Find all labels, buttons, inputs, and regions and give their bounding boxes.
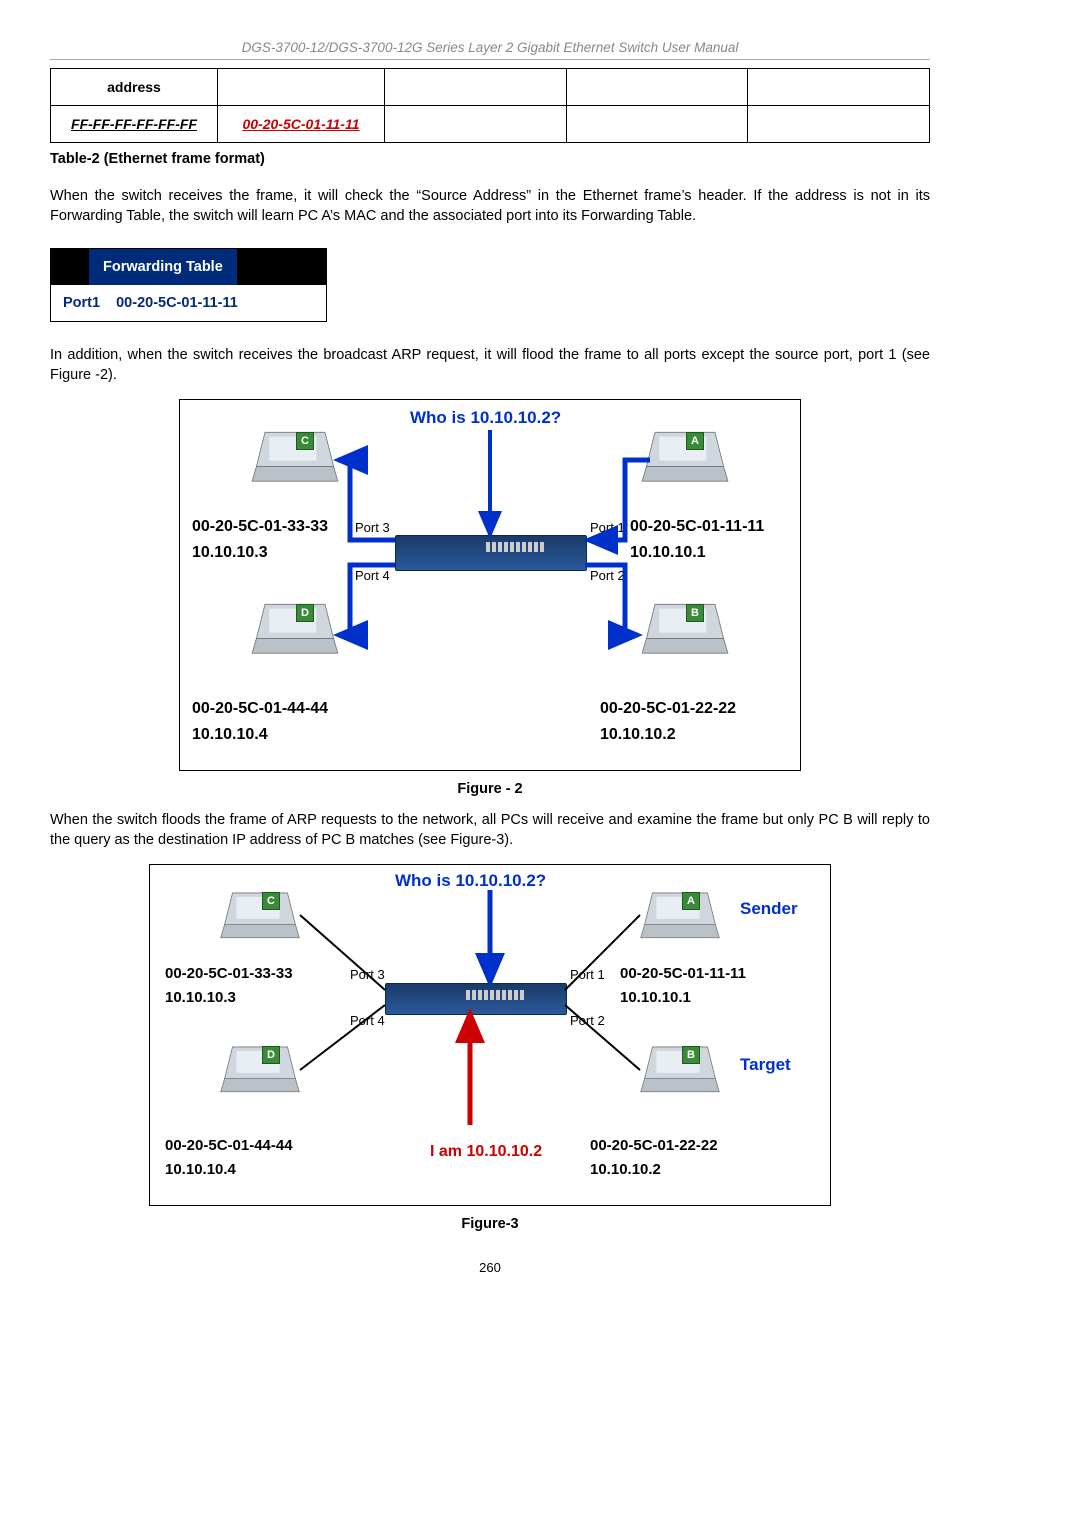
figure-2-diagram: Who is 10.10.10.2? C A D B Port 3 Port 1… xyxy=(179,399,801,771)
arrows-icon xyxy=(180,400,800,770)
cell-empty xyxy=(748,69,930,106)
forwarding-table: Forwarding Table Port1 00-20-5C-01-11-11 xyxy=(50,248,930,322)
cell-empty xyxy=(385,106,567,143)
cell-empty xyxy=(385,69,567,106)
figure-caption: Figure-3 xyxy=(50,1216,930,1232)
figure-caption: Figure - 2 xyxy=(50,781,930,797)
cell-dest-mac: FF-FF-FF-FF-FF-FF xyxy=(51,106,218,143)
cell-empty xyxy=(748,106,930,143)
cell-empty xyxy=(218,69,385,106)
fwd-port: Port1 xyxy=(63,295,100,311)
fwd-mac: 00-20-5C-01-11-11 xyxy=(116,295,238,311)
page-header: DGS-3700-12/DGS-3700-12G Series Layer 2 … xyxy=(50,40,930,60)
table-row: address xyxy=(51,69,930,106)
table-row: FF-FF-FF-FF-FF-FF 00-20-5C-01-11-11 xyxy=(51,106,930,143)
cell-dest-address-header: address xyxy=(51,69,218,106)
table-caption: Table-2 (Ethernet frame format) xyxy=(50,151,930,167)
paragraph: In addition, when the switch receives th… xyxy=(50,346,930,385)
cell-src-mac: 00-20-5C-01-11-11 xyxy=(218,106,385,143)
forwarding-table-entry: Port1 00-20-5C-01-11-11 xyxy=(51,285,326,321)
paragraph: When the switch floods the frame of ARP … xyxy=(50,811,930,850)
figure-3-diagram: Who is 10.10.10.2? Sender Target I am 10… xyxy=(149,864,831,1206)
arrows-icon xyxy=(150,865,830,1205)
paragraph: When the switch receives the frame, it w… xyxy=(50,187,930,226)
cell-empty xyxy=(566,106,748,143)
cell-empty xyxy=(566,69,748,106)
page-number: 260 xyxy=(50,1260,930,1275)
ethernet-frame-table: address FF-FF-FF-FF-FF-FF 00-20-5C-01-11… xyxy=(50,68,930,143)
forwarding-table-title: Forwarding Table xyxy=(89,249,237,285)
